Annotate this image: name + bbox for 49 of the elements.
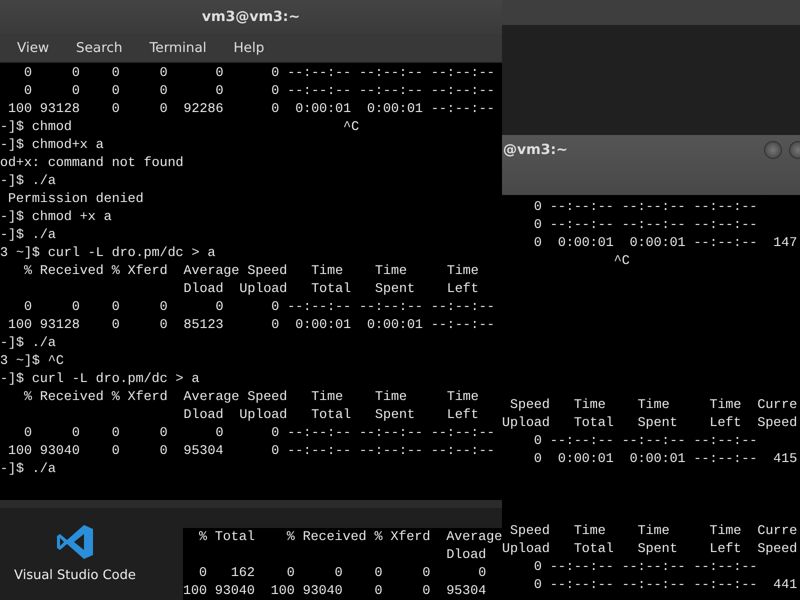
terminal-line: 0 0 0 0 0 0 --:--:-- --:--:-- --:--:-- xyxy=(22,82,495,100)
terminal-line: Dload Upload Total Spent Left xyxy=(182,406,479,424)
menu-item[interactable]: Help xyxy=(234,40,264,56)
terminal-line: Permission denied xyxy=(6,190,144,208)
menu-item[interactable]: View xyxy=(17,40,50,56)
window-title: @vm3:~ xyxy=(503,142,568,158)
terminal-line: 100 93128 0 0 92286 0 0:00:01 0:00:01 --:--:-- xyxy=(6,100,495,118)
app-logo-icon xyxy=(55,524,95,560)
terminal-line: 0 --:--:-- --:--:-- --:--:-- xyxy=(532,198,758,216)
menu-item[interactable]: Search xyxy=(76,40,122,56)
menu-item[interactable]: Terminal xyxy=(149,40,206,56)
terminal-line: 0 0 0 0 0 0 --:--:-- --:--:-- --:--:-- xyxy=(22,298,495,316)
terminal-line: % Received % Xferd Average Speed Time Time Time xyxy=(22,262,479,280)
terminal-line: -]$ ./a xyxy=(0,172,56,190)
terminal-line: 0 --:--:-- --:--:-- --:--:-- xyxy=(532,432,758,450)
terminal-line: 0 --:--:-- --:--:-- --:--:-- xyxy=(532,216,758,234)
terminal-line: -]$ chmod ^C xyxy=(0,118,360,136)
terminal-line: 0 --:--:-- --:--:-- --:--:-- xyxy=(532,558,758,576)
terminal-line: Speed Time Time Time Curre xyxy=(508,396,798,414)
terminal-line: Speed Time Time Time Curre xyxy=(508,522,798,540)
terminal-line: ^C xyxy=(612,252,630,270)
terminal-line: 3 ~]$ curl -L dro.pm/dc > a xyxy=(0,244,216,262)
window-button[interactable] xyxy=(764,141,782,159)
terminal-line: 0 0 0 0 0 0 --:--:-- --:--:-- --:--:-- xyxy=(22,64,495,82)
terminal-line: % Received % Xferd Average Speed Time Time Time xyxy=(22,388,479,406)
terminal-line: Upload Total Spent Left Speed xyxy=(502,540,798,558)
terminal-line: 0 162 0 0 0 0 0 xyxy=(198,564,486,582)
terminal-line: od+x: command not found xyxy=(0,154,184,172)
terminal-line: 100 93040 0 0 95304 0 --:--:-- --:--:-- --:--:-- xyxy=(6,442,495,460)
terminal-line: Dload xyxy=(445,546,486,564)
terminal-line: -]$ curl -L dro.pm/dc > a xyxy=(0,370,200,388)
terminal-line: Dload Upload Total Spent Left xyxy=(182,280,479,298)
terminal-line: 0 0 0 0 0 0 --:--:-- --:--:-- --:--:-- xyxy=(22,424,495,442)
desktop-icon[interactable]: Visual Studio Code xyxy=(10,524,140,583)
terminal-line: -]$ ./a xyxy=(0,226,56,244)
terminal-line: 0 --:--:-- --:--:-- --:--:-- 441 xyxy=(532,576,798,594)
terminal-line: -]$ chmod +x a xyxy=(0,208,112,226)
terminal-line: 100 93128 0 0 85123 0 0:00:01 0:00:01 --:--:-- xyxy=(6,316,495,334)
terminal-line: 100 93040 100 93040 0 0 95304 xyxy=(183,582,486,600)
terminal-line: -]$ chmod+x a xyxy=(0,136,104,154)
terminal-line: 0 0:00:01 0:00:01 --:--:-- 415 xyxy=(532,450,798,468)
terminal-line: -]$ ./a xyxy=(0,460,56,478)
terminal-line: 3 ~]$ ^C xyxy=(0,352,64,370)
terminal-line: -]$ ./a xyxy=(0,334,56,352)
icon-label: Visual Studio Code xyxy=(14,568,136,583)
terminal-line: Upload Total Spent Left Speed xyxy=(502,414,798,432)
terminal-line: % Total % Received % Xferd Average xyxy=(198,528,502,546)
terminal-line: 0 0:00:01 0:00:01 --:--:-- 147 xyxy=(532,234,798,252)
window-title: vm3@vm3:~ xyxy=(202,9,300,25)
